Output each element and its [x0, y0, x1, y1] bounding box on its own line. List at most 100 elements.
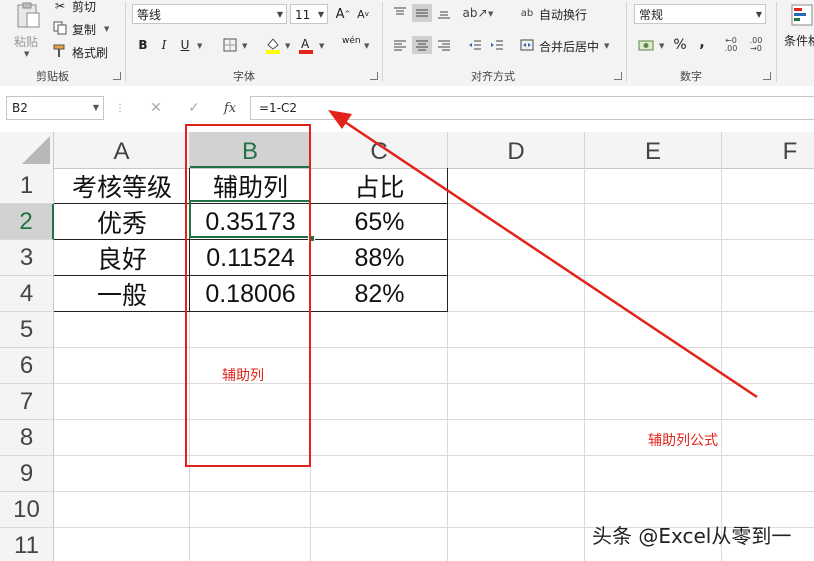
font-name-value: 等线: [137, 8, 162, 22]
font-dialog-launcher[interactable]: [370, 72, 378, 80]
underline-button[interactable]: U: [176, 36, 194, 54]
conditional-formatting-icon[interactable]: [790, 2, 814, 28]
align-center-icon[interactable]: [412, 36, 432, 54]
orientation-icon[interactable]: ab↗: [462, 4, 487, 22]
row-header-6[interactable]: 6: [0, 348, 54, 384]
merge-center-icon: [518, 36, 536, 54]
copy-button[interactable]: 复制: [72, 21, 96, 38]
italic-button[interactable]: I: [155, 36, 173, 54]
column-header-d[interactable]: D: [448, 132, 585, 168]
cell-c3[interactable]: 88%: [311, 240, 448, 276]
clipboard-group-label: 剪贴板: [36, 70, 69, 83]
font-color-chevron-down-icon[interactable]: ▼: [319, 42, 324, 50]
row-header-5[interactable]: 5: [0, 312, 54, 348]
wrap-text-icon: ab: [520, 7, 534, 19]
row-header-1[interactable]: 1: [0, 168, 54, 204]
conditional-formatting-button[interactable]: 条件格: [784, 32, 814, 49]
align-top-icon[interactable]: [390, 4, 410, 22]
align-right-icon[interactable]: [434, 36, 454, 54]
cell-a2[interactable]: 优秀: [54, 204, 190, 240]
group-divider: [626, 2, 627, 82]
column-header-f[interactable]: F: [722, 132, 814, 168]
svg-text:A: A: [301, 37, 310, 51]
accounting-chevron-down-icon[interactable]: ▼: [659, 42, 664, 50]
increase-font-size-icon[interactable]: A ^: [334, 5, 352, 23]
gridline: [584, 168, 585, 561]
gridline: [54, 347, 814, 348]
column-header-a[interactable]: A: [54, 132, 190, 168]
row-header-11[interactable]: 11: [0, 528, 54, 561]
cancel-icon[interactable]: ✕: [146, 99, 166, 117]
borders-chevron-down-icon[interactable]: ▼: [242, 42, 247, 50]
number-format-select[interactable]: 常规 ▼: [634, 4, 766, 24]
cell-a4[interactable]: 一般: [54, 276, 190, 312]
copy-chevron-down-icon[interactable]: ▼: [104, 25, 109, 33]
bold-button[interactable]: B: [134, 36, 152, 54]
insert-function-icon[interactable]: fx: [219, 99, 241, 117]
row-header-4[interactable]: 4: [0, 276, 54, 312]
more-options-icon[interactable]: ⋮: [115, 100, 125, 116]
cell-c2[interactable]: 65%: [311, 204, 448, 240]
column-header-c[interactable]: C: [311, 132, 448, 168]
column-headers: A B C D E F: [0, 132, 814, 169]
gridline: [54, 383, 814, 384]
paste-icon[interactable]: [10, 0, 46, 32]
worksheet-grid[interactable]: A B C D E F 1 2 3 4 5 6 7 8 9 10 11 考核等级…: [0, 132, 814, 561]
alignment-dialog-launcher[interactable]: [614, 72, 622, 80]
format-painter-button[interactable]: 格式刷: [72, 44, 108, 61]
cut-button[interactable]: 剪切: [72, 0, 96, 15]
clipboard-dialog-launcher[interactable]: [113, 72, 121, 80]
accounting-format-icon[interactable]: [636, 36, 656, 54]
cell-a3[interactable]: 良好: [54, 240, 190, 276]
name-box[interactable]: B2 ▼: [6, 96, 104, 120]
number-format-value: 常规: [639, 8, 664, 22]
chevron-down-icon: ▼: [317, 10, 324, 19]
row-header-9[interactable]: 9: [0, 456, 54, 492]
font-size-select[interactable]: 11 ▼: [290, 4, 328, 24]
wrap-text-button[interactable]: 自动换行: [539, 6, 587, 23]
column-header-e[interactable]: E: [585, 132, 722, 168]
font-color-icon[interactable]: A: [297, 35, 315, 55]
select-all-corner[interactable]: [0, 132, 54, 168]
row-header-3[interactable]: 3: [0, 240, 54, 276]
fill-color-chevron-down-icon[interactable]: ▼: [285, 42, 290, 50]
align-middle-icon[interactable]: [412, 4, 432, 22]
comma-style-button[interactable]: ,: [693, 34, 711, 52]
gridline: [54, 419, 814, 420]
orientation-chevron-down-icon[interactable]: ▼: [488, 10, 493, 18]
row-header-10[interactable]: 10: [0, 492, 54, 528]
cell-c1[interactable]: 占比: [311, 168, 448, 204]
decrease-indent-icon[interactable]: [465, 36, 485, 54]
name-box-value: B2: [12, 101, 28, 115]
fill-color-icon[interactable]: [264, 35, 282, 55]
number-dialog-launcher[interactable]: [763, 72, 771, 80]
row-header-7[interactable]: 7: [0, 384, 54, 420]
chevron-down-icon[interactable]: ▼: [93, 97, 99, 119]
align-left-icon[interactable]: [390, 36, 410, 54]
row-header-8[interactable]: 8: [0, 420, 54, 456]
merge-center-button[interactable]: 合并后居中: [539, 38, 599, 55]
alignment-group-label: 对齐方式: [471, 70, 515, 83]
ribbon: 粘贴 ▼ ✂ 剪切 复制 ▼ 格式刷 剪贴板 等线 ▼ 11 ▼ A ^ Av B…: [0, 0, 814, 87]
phonetic-chevron-down-icon[interactable]: ▼: [364, 42, 369, 50]
borders-icon[interactable]: [221, 36, 239, 54]
increase-decimal-icon[interactable]: ←0.00: [720, 35, 742, 55]
align-bottom-icon[interactable]: [434, 4, 454, 22]
cell-c4[interactable]: 82%: [311, 276, 448, 312]
cell-a1[interactable]: 考核等级: [54, 168, 190, 204]
percent-style-button[interactable]: %: [671, 36, 689, 54]
helper-column-note: 辅助列: [222, 368, 264, 384]
underline-chevron-down-icon[interactable]: ▼: [197, 42, 202, 50]
row-header-2[interactable]: 2: [0, 204, 54, 240]
phonetic-guide-button[interactable]: wén: [342, 36, 361, 46]
decrease-decimal-icon[interactable]: .00 →0: [745, 35, 767, 55]
formula-input[interactable]: =1-C2: [250, 96, 814, 120]
decrease-font-size-icon[interactable]: Av: [354, 5, 372, 23]
font-name-select[interactable]: 等线 ▼: [132, 4, 287, 24]
paste-chevron-down-icon[interactable]: ▼: [24, 50, 29, 58]
gridline: [54, 455, 814, 456]
merge-chevron-down-icon[interactable]: ▼: [604, 42, 609, 50]
enter-icon[interactable]: ✓: [184, 99, 204, 117]
increase-indent-icon[interactable]: [487, 36, 507, 54]
paste-button-label[interactable]: 粘贴: [14, 33, 38, 50]
